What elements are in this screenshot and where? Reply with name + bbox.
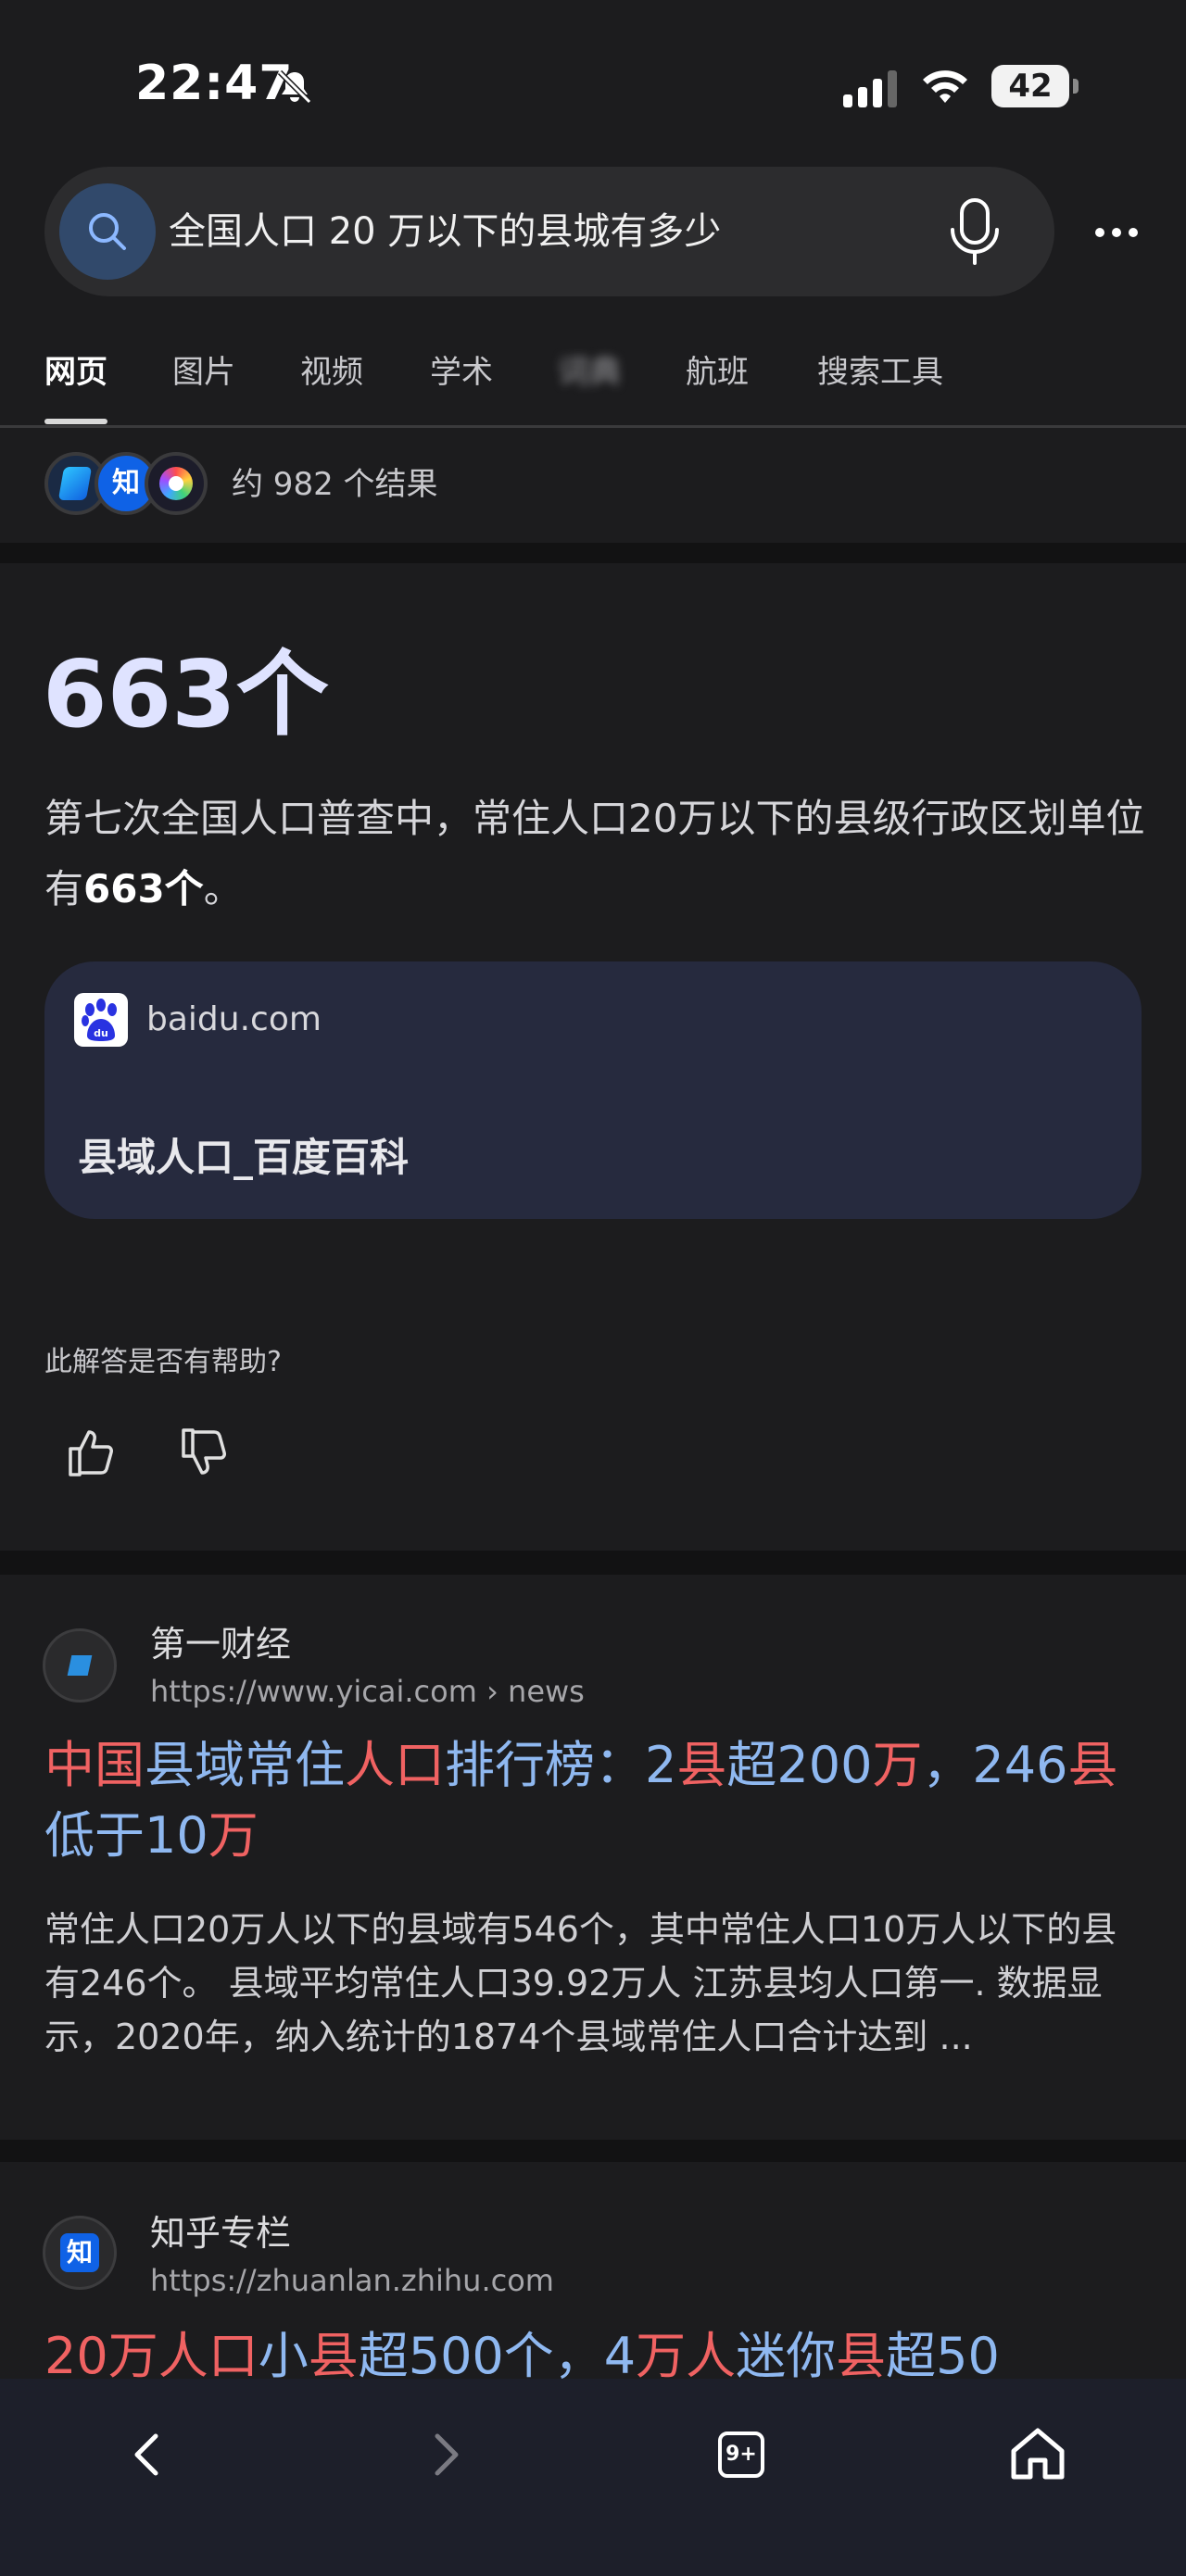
title-highlight[interactable]: 县 [309,2327,359,2385]
section-divider [0,2140,1186,2162]
title-text[interactable]: 小 [259,2327,309,2385]
svg-text:du: du [94,1027,108,1039]
more-options-icon[interactable] [1093,219,1140,246]
title-highlight[interactable]: 县 [1068,1736,1118,1794]
title-highlight[interactable]: 县 [836,2327,886,2385]
result-site-name[interactable]: 知乎专栏 [150,2208,291,2258]
active-tab-indicator [44,419,107,424]
helpful-question: 此解答是否有帮助? [44,1346,282,1378]
title-text[interactable]: ，246 [922,1736,1067,1794]
answer-text-end: 。 [203,866,243,911]
tabs-divider [0,425,1186,428]
title-highlight[interactable]: 人口 [345,1736,445,1794]
battery-indicator: 42 [991,65,1079,109]
title-highlight[interactable]: 中国 [44,1736,145,1794]
answer-description: 第七次全国人口普查中，常住人口20万以下的县级行政区划单位有663个。 [44,784,1147,924]
thumbs-down-icon[interactable] [178,1425,230,1480]
zhihu-site-icon[interactable]: 知 [43,2216,117,2290]
source-title[interactable]: 县域人口_百度百科 [78,1130,409,1186]
result-count: 约 982 个结果 [232,466,438,503]
wifi-icon [923,70,967,103]
search-icon [89,213,126,250]
section-divider [0,543,1186,563]
forward-arrow-icon[interactable] [408,2418,482,2492]
search-input[interactable]: 全国人口 20 万以下的县城有多少 [169,204,721,259]
yicai-site-icon[interactable] [43,1628,117,1703]
tab-flights[interactable]: 航班 [686,346,749,398]
bell-muted-icon [277,69,312,105]
title-highlight[interactable]: 万人 [636,2327,736,2385]
answer-bold-value: 663个 [83,866,204,911]
result-url[interactable]: https://zhuanlan.zhihu.com [150,2258,554,2303]
section-divider [0,1551,1186,1575]
title-highlight[interactable]: 万 [208,1806,259,1865]
cellular-signal-icon [843,70,897,107]
title-highlight[interactable]: 万 [872,1736,922,1794]
thumbs-up-icon[interactable] [65,1425,117,1480]
result-title[interactable]: 中国县域常住人口排行榜：2县超200万，246县低于10万 [44,1730,1147,1871]
result-snippet: 常住人口20万人以下的县域有546个，其中常住人口10万人以下的县有246个。 … [44,1909,1117,2057]
title-text[interactable]: 超500个，4 [359,2327,636,2385]
tab-dictionary[interactable]: 词典 [558,346,621,398]
title-text[interactable]: 排行榜：2 [445,1736,676,1794]
title-text[interactable]: 低于10 [44,1806,208,1865]
result-url[interactable]: https://www.yicai.com › news [150,1669,585,1714]
status-time: 22:47 [135,56,294,111]
tab-images[interactable]: 图片 [172,346,235,398]
tab-videos[interactable]: 视频 [300,346,363,398]
microphone-icon[interactable] [945,196,1004,267]
search-button[interactable] [59,183,156,280]
tabs-button[interactable]: 9+ [704,2418,778,2492]
home-icon[interactable] [1001,2418,1075,2492]
tab-academic[interactable]: 学术 [430,346,493,398]
tab-search-tools[interactable]: 搜索工具 [817,346,943,398]
baidu-color-icon [145,452,208,515]
back-arrow-icon[interactable] [111,2418,185,2492]
title-text[interactable]: 迷你 [736,2327,836,2385]
source-domain[interactable]: baidu.com [146,995,322,1045]
answer-headline: 663个 [43,640,329,748]
title-text[interactable]: 超50 [886,2327,1000,2385]
title-highlight[interactable]: 20万人口 [44,2327,259,2385]
baidu-logo-icon: du [74,993,128,1047]
title-text[interactable]: 超200 [726,1736,872,1794]
battery-level: 42 [1008,68,1053,105]
tab-web[interactable]: 网页 [44,346,107,398]
title-text[interactable]: 县域常住 [145,1736,345,1794]
title-highlight[interactable]: 县 [676,1736,726,1794]
tabs-count: 9+ [725,2443,757,2466]
result-site-name[interactable]: 第一财经 [150,1619,291,1669]
